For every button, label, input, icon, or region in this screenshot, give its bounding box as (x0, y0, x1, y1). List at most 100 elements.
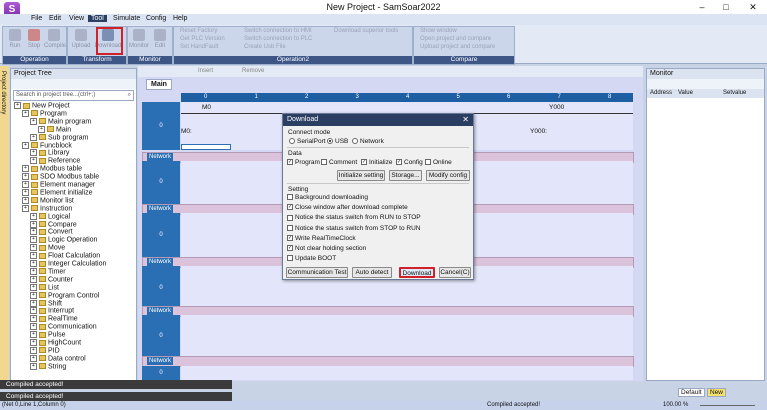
expand-icon[interactable]: + (38, 125, 45, 133)
dialog-close-icon[interactable]: ✕ (462, 114, 469, 126)
expand-icon[interactable]: + (30, 283, 37, 291)
expand-icon[interactable]: + (30, 117, 37, 125)
menu-tool[interactable]: Tool (88, 15, 107, 22)
compile-button[interactable]: Compile (44, 29, 66, 49)
menu-config[interactable]: Config (143, 15, 169, 22)
project-tree-search-input[interactable]: Search in project tree...(ctrl+;) ⌕ (13, 90, 134, 101)
checkbox-program[interactable]: ✓ Program (287, 159, 320, 166)
checkbox-online[interactable]: Online (425, 159, 452, 166)
tree-item[interactable]: + String (30, 362, 66, 371)
maximize-button[interactable]: □ (714, 0, 738, 14)
expand-icon[interactable]: + (30, 252, 37, 260)
checkbox-initialize[interactable]: ✓ Initialize (361, 159, 392, 166)
expand-icon[interactable]: + (22, 204, 29, 212)
expand-icon[interactable]: + (30, 362, 37, 370)
ladder-rung[interactable] (181, 315, 633, 357)
download-button[interactable]: Download (399, 267, 435, 278)
expand-icon[interactable]: + (30, 133, 37, 141)
setting-checkbox[interactable]: Notice the status switch from STOP to RU… (287, 225, 420, 232)
expand-icon[interactable]: + (30, 260, 37, 267)
modify-config-button[interactable]: Modify config (426, 170, 470, 181)
expand-icon[interactable]: + (30, 228, 37, 236)
expand-icon[interactable]: + (30, 149, 37, 157)
setting-checkbox[interactable]: ✓ Write RealTimeClock (287, 235, 356, 242)
get-plc-version-button[interactable]: Get PLC Version (180, 36, 225, 42)
tab-main[interactable]: Main (146, 79, 172, 90)
reset-factory-button[interactable]: Reset Factory (180, 28, 217, 34)
switch-hmi-button[interactable]: Switch connection to HMI (244, 28, 312, 34)
setting-checkbox[interactable]: Update BOOT (287, 255, 336, 262)
expand-icon[interactable]: + (22, 173, 29, 181)
checkbox-comment[interactable]: Comment (321, 159, 357, 166)
monitor-button[interactable]: Monitor (129, 29, 149, 49)
insert-button[interactable]: Insert (198, 68, 213, 74)
expand-icon[interactable]: + (22, 188, 29, 196)
tree-item-label: SDO Modbus table (40, 173, 100, 181)
download-superior-tools-button[interactable]: Download superior tools (334, 28, 398, 34)
radio-serialport[interactable]: SerialPort (289, 138, 326, 145)
folder-icon (39, 118, 46, 125)
expand-icon[interactable]: + (30, 339, 37, 346)
menu-file[interactable]: File (28, 15, 45, 22)
expand-icon[interactable]: + (30, 323, 37, 331)
open-compare-button[interactable]: Open project and compare (420, 36, 491, 42)
upload-button[interactable]: Upload (71, 29, 91, 49)
expand-icon[interactable]: + (22, 181, 29, 188)
create-usb-file-button[interactable]: Create Usb File (244, 44, 286, 50)
column-number: 0 (204, 94, 208, 100)
radio-usb[interactable]: USB (327, 138, 348, 145)
expand-icon[interactable]: + (30, 331, 37, 339)
setting-checkbox[interactable]: Background downloading (287, 194, 368, 201)
folder-icon (39, 244, 46, 251)
setting-checkbox[interactable]: ✓ Close window after download complete (287, 204, 408, 211)
expand-icon[interactable]: + (30, 291, 37, 299)
upload-compare-button[interactable]: Upload project and compare (420, 44, 495, 50)
menu-edit[interactable]: Edit (46, 15, 64, 22)
stop-button[interactable]: Stop (24, 29, 44, 49)
zoom-slider[interactable] (700, 405, 755, 406)
menu-simulate[interactable]: Simulate (110, 15, 143, 22)
run-button[interactable]: Run (5, 29, 25, 49)
monitor-tab-default[interactable]: Default (678, 388, 705, 397)
set-handfault-button[interactable]: Set HandFault (180, 44, 218, 50)
switch-plc-button[interactable]: Switch connection to PLC (244, 36, 312, 42)
expand-icon[interactable]: + (22, 141, 29, 149)
radio-network[interactable]: Network (352, 138, 384, 145)
menu-view[interactable]: View (66, 15, 87, 22)
expand-icon[interactable]: + (30, 307, 37, 315)
expand-icon[interactable]: + (30, 354, 37, 362)
expand-icon[interactable]: + (30, 220, 37, 228)
project-directory-tab[interactable]: Project directory (0, 66, 9, 380)
expand-icon[interactable]: + (30, 299, 37, 307)
expand-icon[interactable]: + (30, 244, 37, 252)
monitor-tab-new[interactable]: New (707, 388, 727, 397)
edit-button[interactable]: Edit (150, 29, 170, 49)
expand-icon[interactable]: + (22, 109, 29, 117)
remove-button[interactable]: Remove (242, 68, 264, 74)
expand-icon[interactable]: + (22, 196, 29, 204)
expand-icon[interactable]: + (30, 212, 37, 220)
group-transform: Upload Download Transform (67, 26, 127, 65)
menu-help[interactable]: Help (170, 15, 190, 22)
close-button[interactable]: ✕ (741, 0, 765, 14)
storage-button[interactable]: Storage... (389, 170, 422, 181)
auto-detect-button[interactable]: Auto detect (352, 267, 392, 278)
checkbox-config[interactable]: ✓ Config (396, 159, 423, 166)
expand-icon[interactable]: + (30, 236, 37, 244)
expand-icon[interactable]: + (30, 157, 37, 165)
setting-checkbox[interactable]: Notice the status switch from RUN to STO… (287, 214, 421, 221)
expand-icon[interactable]: + (30, 315, 37, 323)
initialize-setting-button[interactable]: Initialize setting (337, 170, 385, 181)
cancel-button[interactable]: Cancel(C) (439, 267, 471, 278)
communication-test-button[interactable]: Communication Test (286, 267, 348, 278)
expand-icon[interactable]: + (22, 165, 29, 173)
minimize-button[interactable]: – (690, 0, 714, 14)
ladder-rung[interactable] (181, 366, 633, 380)
expand-icon[interactable]: + (30, 267, 37, 275)
show-window-button[interactable]: Show window (420, 28, 457, 34)
setting-checkbox[interactable]: ✓ Not clear holding section (287, 245, 366, 252)
expand-icon[interactable]: + (30, 275, 37, 283)
expand-icon[interactable]: + (14, 102, 21, 109)
search-icon[interactable]: ⌕ (128, 91, 131, 100)
expand-icon[interactable]: + (30, 346, 37, 354)
